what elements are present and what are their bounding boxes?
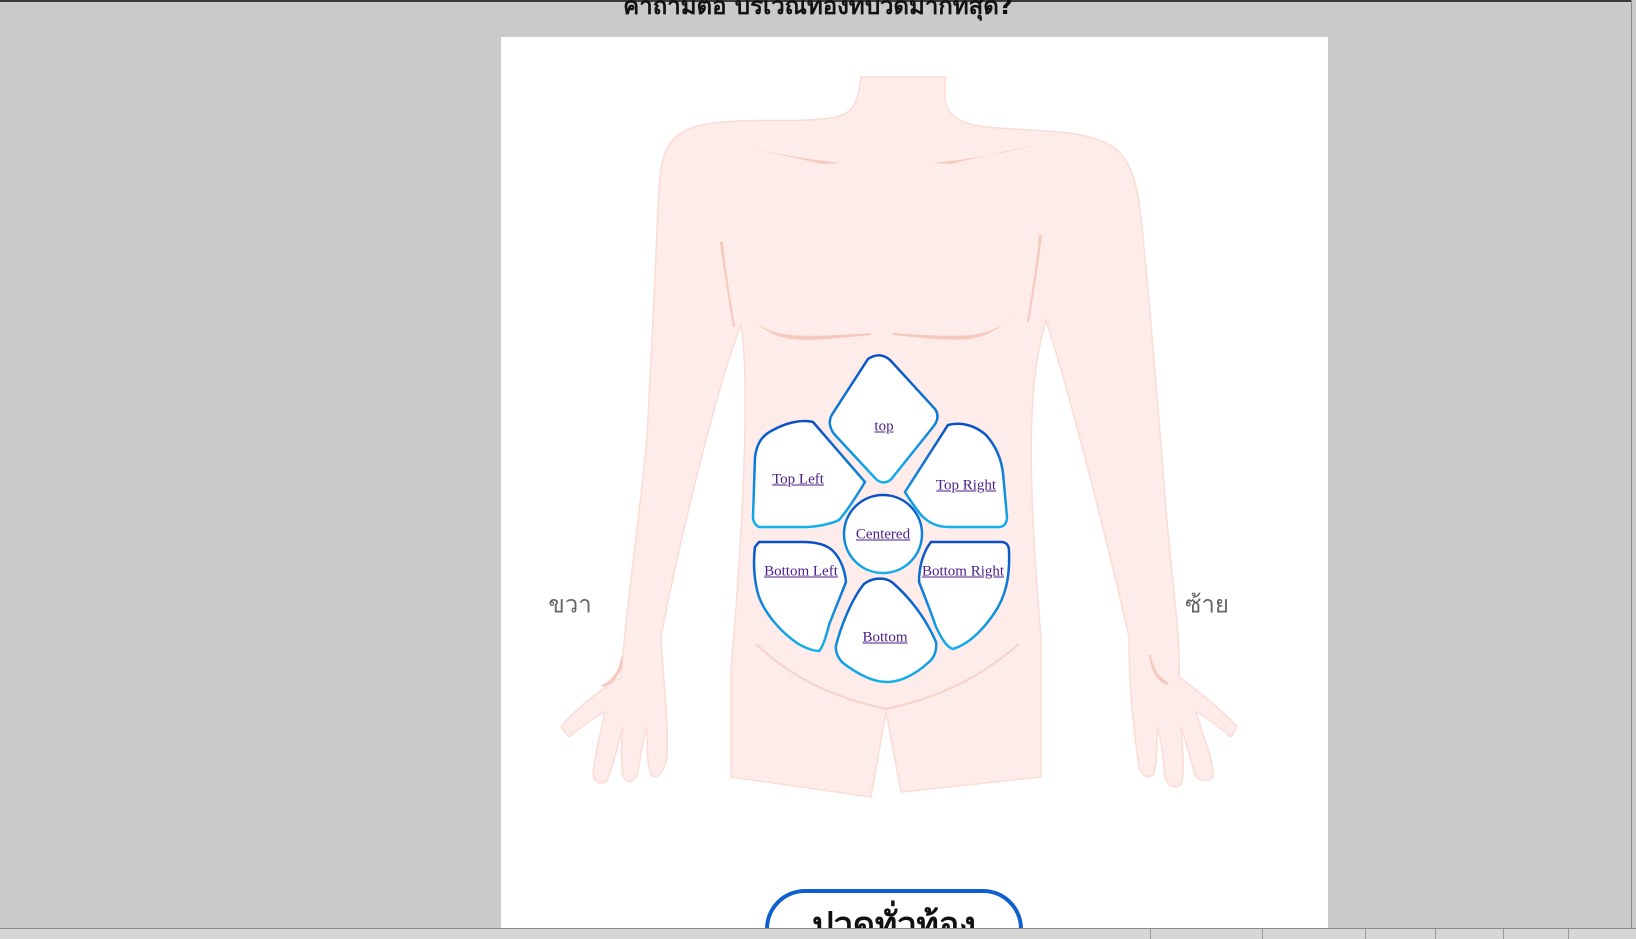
- question-heading: คำถามต่อ บริเวณท้องที่ปวดมากที่สุด?: [623, 0, 1013, 20]
- region-bottom-left-link[interactable]: Bottom Left: [764, 564, 838, 581]
- region-top-left-link[interactable]: Top Left: [772, 472, 824, 489]
- window-right-edge: [1631, 0, 1636, 938]
- abdomen-diagram: [560, 76, 1238, 798]
- side-label-right: ขวา: [548, 590, 592, 619]
- status-bar: [0, 928, 1636, 939]
- region-top-link[interactable]: top: [874, 419, 893, 436]
- region-bottom-right-link[interactable]: Bottom Right: [922, 564, 1004, 581]
- region-bottom-link[interactable]: Bottom: [862, 630, 907, 647]
- region-top-right-link[interactable]: Top Right: [936, 478, 996, 495]
- diagram-card: ขวา ซ้าย top Top Left Top Right Centered…: [501, 37, 1328, 938]
- side-label-left: ซ้าย: [1185, 590, 1229, 619]
- region-centered-link[interactable]: Centered: [856, 527, 910, 544]
